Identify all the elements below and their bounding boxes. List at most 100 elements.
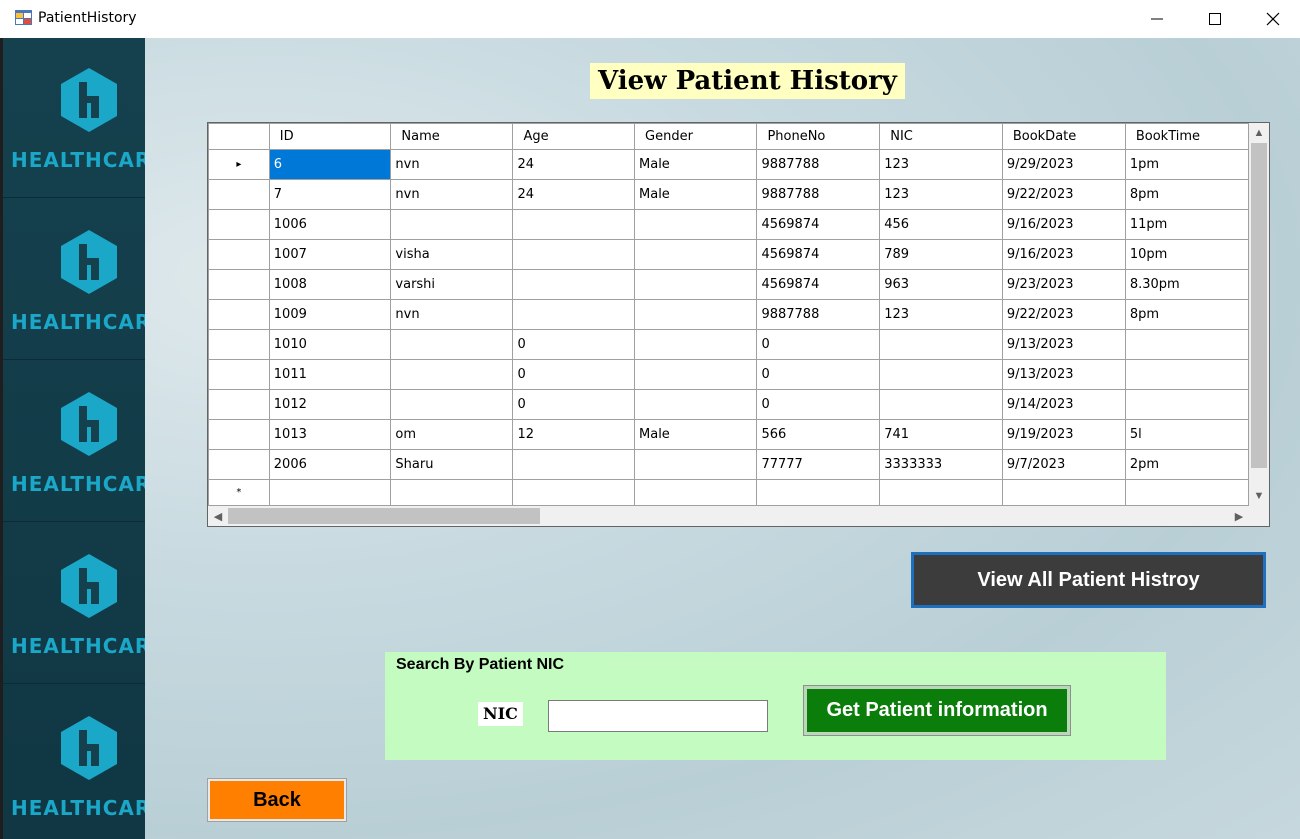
row-header[interactable] <box>208 209 270 240</box>
table-cell[interactable]: 1012 <box>268 389 392 420</box>
table-cell[interactable]: 24 <box>512 149 636 180</box>
column-header[interactable]: ID <box>268 123 392 150</box>
table-cell[interactable] <box>390 359 514 390</box>
table-cell[interactable]: Male <box>634 149 758 180</box>
row-header[interactable] <box>208 389 270 420</box>
scroll-down-icon[interactable]: ▼ <box>1249 486 1269 506</box>
table-row[interactable]: 1010 0 0 9/13/2023 <box>208 329 1249 360</box>
table-cell[interactable]: 5l <box>1124 419 1249 450</box>
table-cell[interactable]: 2006 <box>268 449 392 480</box>
table-cell[interactable] <box>879 389 1003 420</box>
table-cell[interactable]: 1007 <box>268 239 392 270</box>
table-cell[interactable]: 12 <box>512 419 636 450</box>
table-cell[interactable]: 9/14/2023 <box>1001 389 1126 420</box>
table-cell[interactable]: visha <box>390 239 514 270</box>
horizontal-scrollbar[interactable]: ◀ ▶ <box>208 506 1249 526</box>
table-cell[interactable] <box>634 389 758 420</box>
table-cell[interactable]: 9/13/2023 <box>1001 329 1126 360</box>
table-cell[interactable]: 9/19/2023 <box>1001 419 1126 450</box>
row-header[interactable] <box>208 449 270 480</box>
table-cell[interactable]: 0 <box>512 329 636 360</box>
table-cell[interactable] <box>879 359 1003 390</box>
table-cell[interactable]: 4569874 <box>756 209 881 240</box>
table-cell[interactable] <box>634 209 758 240</box>
row-header[interactable] <box>208 269 270 300</box>
table-cell[interactable]: 566 <box>756 419 881 450</box>
nic-input[interactable] <box>548 700 768 732</box>
table-cell[interactable]: 9/7/2023 <box>1001 449 1126 480</box>
table-cell[interactable]: 1010 <box>268 329 392 360</box>
table-cell[interactable]: Sharu <box>390 449 514 480</box>
table-cell[interactable]: 8pm <box>1124 179 1249 210</box>
table-cell[interactable] <box>634 449 758 480</box>
table-cell[interactable]: 0 <box>512 359 636 390</box>
table-cell[interactable]: varshi <box>390 269 514 300</box>
table-cell[interactable]: 9887788 <box>756 149 881 180</box>
table-cell[interactable]: 1pm <box>1124 149 1249 180</box>
table-cell[interactable]: 77777 <box>756 449 881 480</box>
table-cell[interactable] <box>879 329 1003 360</box>
column-header[interactable]: Age <box>512 123 636 150</box>
table-cell[interactable]: 2pm <box>1124 449 1249 480</box>
table-cell[interactable]: 0 <box>512 389 636 420</box>
table-cell[interactable]: 1011 <box>268 359 392 390</box>
table-cell[interactable] <box>268 479 392 506</box>
table-cell[interactable] <box>879 479 1003 506</box>
new-row[interactable]: * <box>208 479 1249 506</box>
vertical-scrollbar[interactable]: ▲ ▼ <box>1249 123 1269 506</box>
table-row[interactable]: 1012 0 0 9/14/2023 <box>208 389 1249 420</box>
back-button[interactable]: Back <box>207 778 347 822</box>
scroll-right-icon[interactable]: ▶ <box>1229 506 1249 526</box>
row-header[interactable] <box>208 239 270 270</box>
table-row[interactable]: 2006 Sharu 77777 3333333 9/7/2023 2pm <box>208 449 1249 480</box>
column-header[interactable]: BookTime <box>1124 123 1249 150</box>
table-cell[interactable]: 6 <box>268 149 392 180</box>
table-cell[interactable] <box>634 299 758 330</box>
table-cell[interactable] <box>1124 329 1249 360</box>
scroll-left-icon[interactable]: ◀ <box>208 506 228 526</box>
table-cell[interactable] <box>634 359 758 390</box>
scroll-up-icon[interactable]: ▲ <box>1249 123 1269 143</box>
table-cell[interactable] <box>1124 389 1249 420</box>
table-cell[interactable]: 9/22/2023 <box>1001 179 1126 210</box>
table-cell[interactable] <box>512 209 636 240</box>
table-row[interactable]: ▸ 6 nvn 24 Male 9887788 123 9/29/2023 1pm <box>208 149 1249 180</box>
table-cell[interactable] <box>1124 479 1249 506</box>
table-cell[interactable]: 0 <box>756 329 881 360</box>
column-header[interactable]: BookDate <box>1001 123 1126 150</box>
table-cell[interactable]: 9/16/2023 <box>1001 209 1126 240</box>
table-row[interactable]: 1007 visha 4569874 789 9/16/2023 10pm <box>208 239 1249 270</box>
vertical-scroll-thumb[interactable] <box>1251 143 1267 468</box>
table-cell[interactable]: 3333333 <box>879 449 1003 480</box>
table-cell[interactable]: 9/22/2023 <box>1001 299 1126 330</box>
table-cell[interactable]: 9887788 <box>756 299 881 330</box>
table-cell[interactable]: nvn <box>390 179 514 210</box>
table-cell[interactable] <box>634 269 758 300</box>
get-patient-information-button[interactable]: Get Patient information <box>803 685 1071 736</box>
column-header[interactable]: Gender <box>634 123 758 150</box>
view-all-history-button[interactable]: View All Patient Histroy <box>911 552 1266 608</box>
table-cell[interactable]: nvn <box>390 149 514 180</box>
table-cell[interactable]: om <box>390 419 514 450</box>
column-header[interactable]: NIC <box>879 123 1003 150</box>
maximize-button[interactable] <box>1186 0 1244 38</box>
table-cell[interactable] <box>1001 479 1126 506</box>
table-cell[interactable] <box>390 329 514 360</box>
table-cell[interactable]: 123 <box>879 179 1003 210</box>
table-cell[interactable] <box>390 479 514 506</box>
row-header[interactable] <box>208 419 270 450</box>
table-row[interactable]: 1009 nvn 9887788 123 9/22/2023 8pm <box>208 299 1249 330</box>
table-cell[interactable]: 9/23/2023 <box>1001 269 1126 300</box>
table-cell[interactable]: 0 <box>756 389 881 420</box>
table-cell[interactable]: nvn <box>390 299 514 330</box>
row-header[interactable] <box>208 179 270 210</box>
close-button[interactable] <box>1244 0 1300 38</box>
row-header[interactable]: ▸ <box>208 149 270 180</box>
table-cell[interactable]: 10pm <box>1124 239 1249 270</box>
row-header[interactable] <box>208 299 270 330</box>
table-cell[interactable]: 123 <box>879 149 1003 180</box>
table-row[interactable]: 1008 varshi 4569874 963 9/23/2023 8.30pm <box>208 269 1249 300</box>
table-cell[interactable]: 4569874 <box>756 269 881 300</box>
table-cell[interactable] <box>634 329 758 360</box>
table-cell[interactable]: 24 <box>512 179 636 210</box>
